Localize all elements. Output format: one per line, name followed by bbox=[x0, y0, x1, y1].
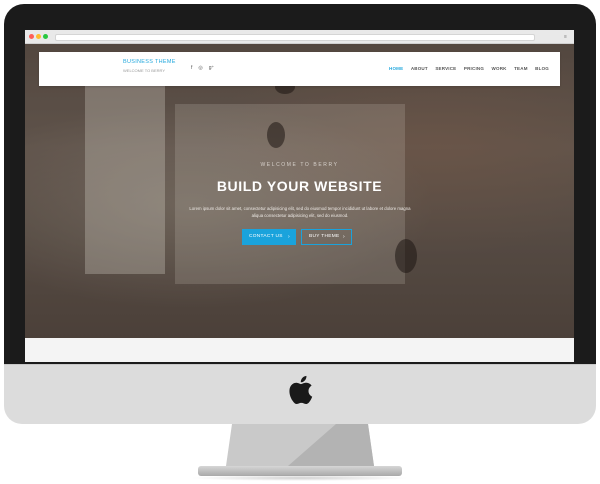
apple-logo-icon bbox=[289, 375, 313, 405]
hero-headline: BUILD YOUR WEBSITE bbox=[216, 178, 383, 194]
buy-theme-button[interactable]: BUY THEME › bbox=[301, 229, 352, 245]
nav-item-pricing[interactable]: PRICING bbox=[464, 66, 484, 71]
nav-item-team[interactable]: TEAM bbox=[514, 66, 528, 71]
screen: ≡ BUSINESS THEME WELCOME TO BERRY f ◎ g⁺… bbox=[25, 30, 574, 362]
stand-shadow bbox=[190, 475, 410, 481]
hero-lead-text: Lorem ipsum dolor sit amet, consectetur … bbox=[189, 206, 411, 218]
main-navigation: HOME ABOUT SERVICE PRICING WORK TEAM BLO… bbox=[389, 66, 556, 71]
hero-welcome-text: WELCOME TO BERRY bbox=[260, 162, 339, 168]
nav-item-service[interactable]: SERVICE bbox=[435, 66, 456, 71]
nav-item-home[interactable]: HOME bbox=[389, 66, 403, 71]
contact-us-label: CONTACT US bbox=[249, 234, 283, 239]
dribbble-icon[interactable]: ◎ bbox=[198, 65, 202, 71]
monitor-stand bbox=[226, 424, 374, 466]
nav-item-blog[interactable]: BLOG bbox=[535, 66, 549, 71]
site-header: BUSINESS THEME WELCOME TO BERRY f ◎ g⁺ H… bbox=[39, 52, 560, 86]
site-brand[interactable]: BUSINESS THEME WELCOME TO BERRY bbox=[123, 59, 176, 73]
social-links: f ◎ g⁺ bbox=[191, 65, 214, 71]
contact-us-button[interactable]: CONTACT US › bbox=[242, 229, 296, 245]
google-plus-icon[interactable]: g⁺ bbox=[209, 65, 214, 71]
chevron-right-icon: › bbox=[288, 234, 290, 240]
nav-item-about[interactable]: ABOUT bbox=[411, 66, 428, 71]
buy-theme-label: BUY THEME bbox=[309, 234, 340, 239]
nav-item-work[interactable]: WORK bbox=[492, 66, 507, 71]
facebook-icon[interactable]: f bbox=[191, 65, 192, 71]
brand-tagline: WELCOME TO BERRY bbox=[123, 68, 166, 73]
chevron-right-icon: › bbox=[343, 234, 345, 240]
brand-name: BUSINESS THEME bbox=[123, 59, 176, 65]
next-section bbox=[25, 338, 574, 362]
